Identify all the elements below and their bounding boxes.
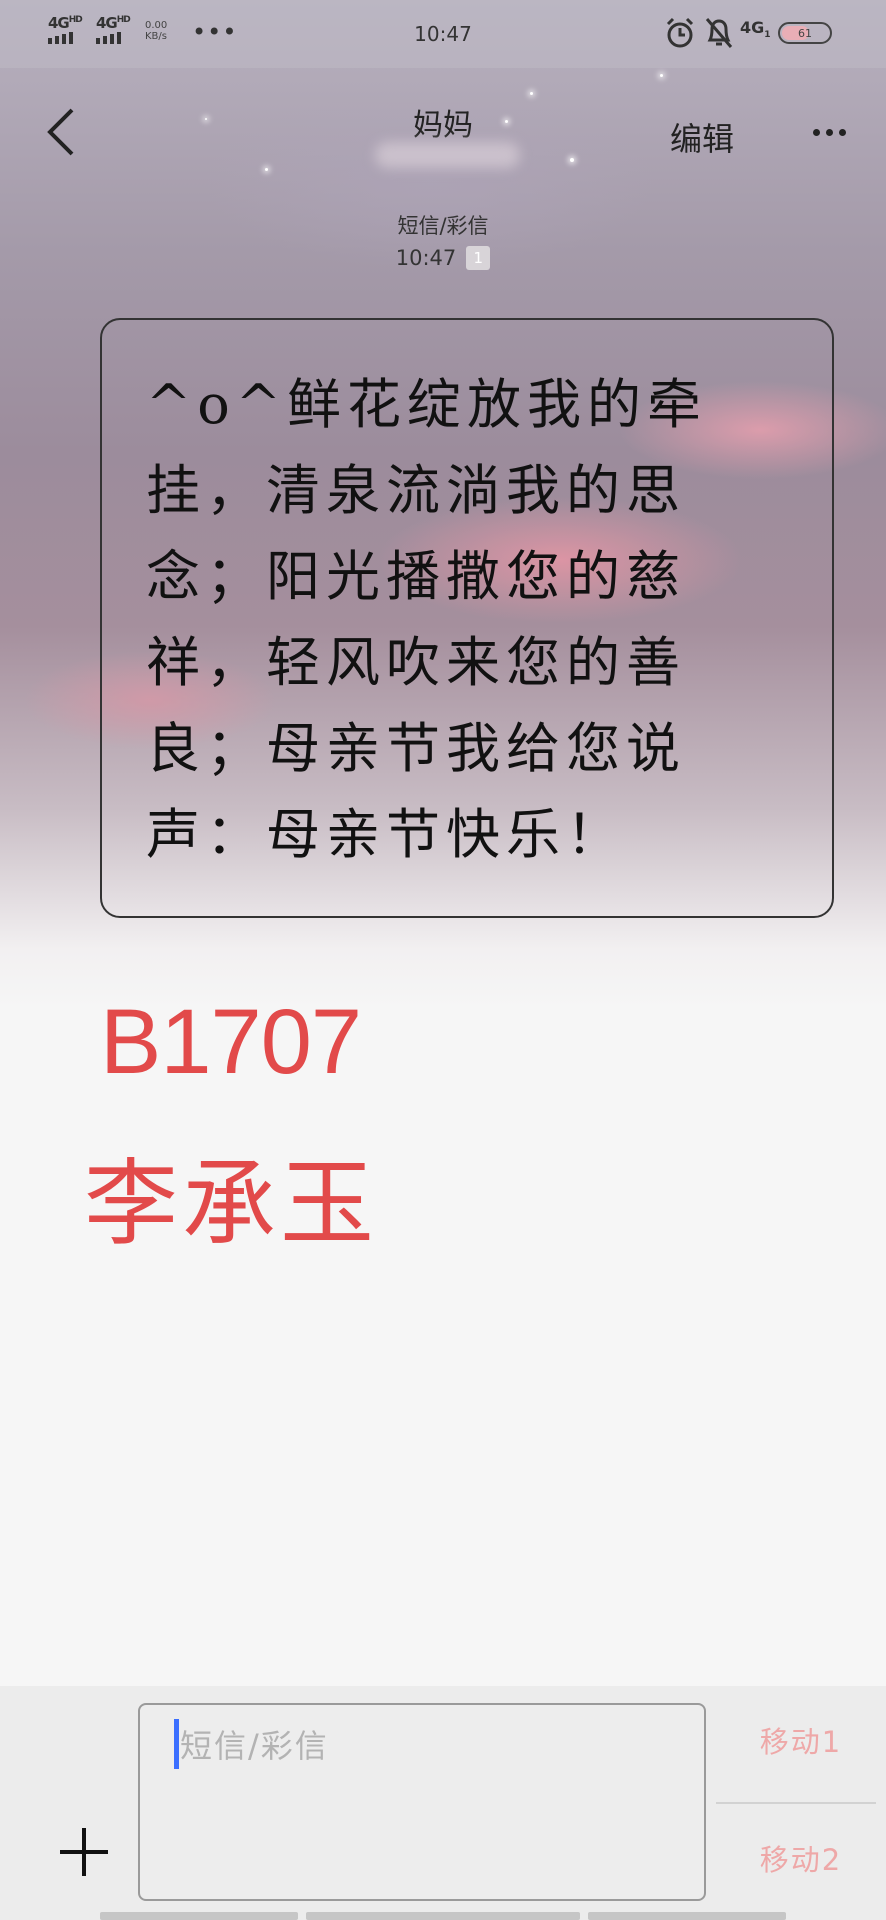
- sim-card-icon: 1: [466, 246, 491, 270]
- star-sparkle: [660, 74, 663, 77]
- message-type-label: 短信/彩信: [397, 214, 489, 238]
- more-options-button[interactable]: [806, 112, 852, 152]
- overlay-code: B1707: [100, 991, 362, 1093]
- battery-label: 61: [798, 26, 812, 40]
- battery-icon: 61: [778, 22, 832, 44]
- overlay-name: 李承玉: [84, 1150, 379, 1259]
- redacted-phone-number: [375, 142, 520, 168]
- send-sim2-button[interactable]: 移动2: [716, 1808, 886, 1908]
- keyboard-strip: [100, 1912, 298, 1920]
- edit-button[interactable]: 编辑: [670, 114, 734, 160]
- star-sparkle: [265, 168, 268, 171]
- send-divider: [716, 1802, 876, 1804]
- alarm-icon: [666, 17, 694, 48]
- message-timestamp-row: 10:47 1: [0, 246, 886, 270]
- message-text: ^o^鲜花绽放我的牵挂，清泉流淌我的思念；阳光播撒您的慈祥，轻风吹来您的善良；母…: [146, 373, 708, 866]
- message-input[interactable]: 短信/彩信: [138, 1703, 706, 1901]
- star-sparkle: [570, 158, 574, 162]
- network-type-3: 4G1: [740, 18, 771, 41]
- message-time: 10:47: [395, 246, 457, 270]
- message-input-placeholder: 短信/彩信: [180, 1727, 329, 1765]
- text-caret: [174, 1719, 179, 1769]
- more-horizontal-icon: [812, 128, 820, 136]
- add-attachment-button[interactable]: [60, 1828, 108, 1876]
- keyboard-strip: [306, 1912, 580, 1920]
- star-sparkle: [530, 92, 533, 95]
- send-sim1-button[interactable]: 移动1: [716, 1690, 886, 1790]
- keyboard-strip: [588, 1912, 786, 1920]
- sms-conversation-screen: 4GHD 4GHD 0.00 KB/s ••• 10:47 4G1 61 妈妈 …: [0, 0, 886, 1920]
- contact-name: 妈妈: [413, 108, 473, 143]
- status-bar: 4GHD 4GHD 0.00 KB/s ••• 10:47 4G1 61: [0, 0, 886, 68]
- message-bubble[interactable]: ^o^鲜花绽放我的牵挂，清泉流淌我的思念；阳光播撒您的慈祥，轻风吹来您的善良；母…: [100, 318, 834, 918]
- mute-icon: [705, 18, 733, 48]
